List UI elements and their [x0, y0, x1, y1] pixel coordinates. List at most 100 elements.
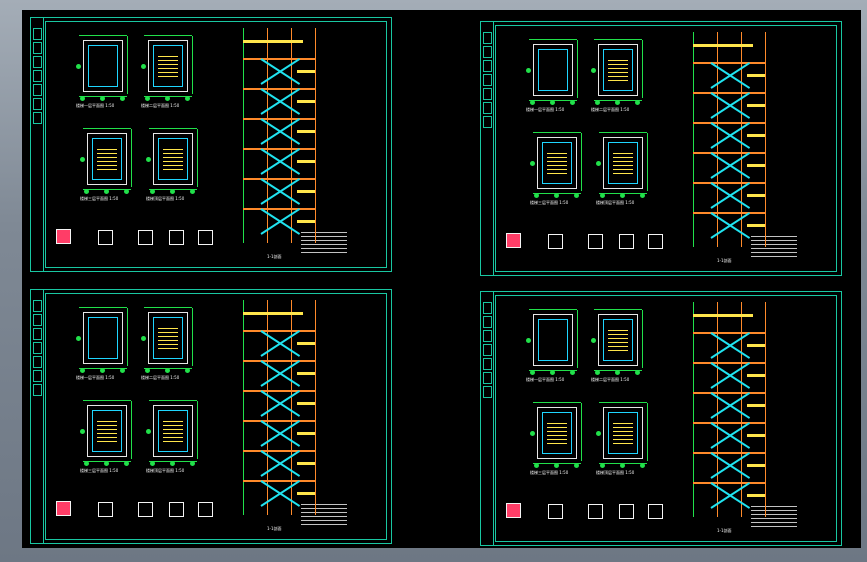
stair-section[interactable] — [689, 302, 767, 517]
title-strip-cell — [483, 386, 492, 398]
axis-bubble — [615, 370, 620, 375]
axis-bubble — [620, 193, 625, 198]
title-strip — [481, 292, 494, 545]
sheet-top-left[interactable]: 楼梯一层平面图 1:50 楼梯二层平面图 1:50 楼梯三层平面图 1:50 楼梯顶层… — [30, 17, 392, 272]
axis-bubble — [530, 100, 535, 105]
stair-plan-1[interactable] — [533, 44, 573, 96]
section-column — [765, 302, 766, 517]
title-strip-cell — [33, 356, 42, 368]
stair-landing — [747, 224, 765, 227]
stair-plan-1[interactable] — [83, 312, 123, 364]
stair-plan-1[interactable] — [533, 314, 573, 366]
stair-landing — [297, 342, 315, 345]
stair-section[interactable] — [239, 28, 317, 243]
stair-plan-2[interactable] — [598, 314, 638, 366]
floor-slab — [693, 482, 766, 484]
section-column — [315, 300, 316, 515]
axis-bubble — [600, 463, 605, 468]
section-title: 1-1剖面 — [267, 254, 282, 259]
stair-plan-3[interactable] — [537, 137, 577, 189]
title-strip-cell — [33, 56, 42, 68]
plan-title: 楼梯二层平面图 1:50 — [141, 375, 180, 380]
stair-plan-4[interactable] — [153, 133, 193, 185]
axis-bubble — [550, 100, 555, 105]
stair-plan-4[interactable] — [603, 407, 643, 459]
detail-node[interactable] — [138, 502, 153, 517]
detail-node[interactable] — [98, 230, 113, 245]
floor-slab — [693, 152, 766, 154]
section-column — [717, 302, 718, 517]
axis-bubble — [80, 429, 85, 434]
section-column — [717, 32, 718, 247]
detail-node[interactable] — [138, 230, 153, 245]
model-viewport[interactable]: 楼梯一层平面图 1:50 楼梯二层平面图 1:50 楼梯三层平面图 1:50 楼梯顶层… — [22, 10, 861, 548]
axis-bubble — [165, 96, 170, 101]
detail-node[interactable] — [506, 503, 521, 518]
stair-section[interactable] — [239, 300, 317, 515]
axis-bubble — [600, 193, 605, 198]
title-strip-cell — [483, 116, 492, 128]
detail-node[interactable] — [56, 229, 71, 244]
detail-node[interactable] — [198, 502, 213, 517]
axis-bubble — [146, 429, 151, 434]
floor-slab — [243, 58, 316, 60]
detail-node[interactable] — [98, 502, 113, 517]
axis-bubble — [150, 461, 155, 466]
stair-plan-2[interactable] — [598, 44, 638, 96]
sheet-bottom-right[interactable]: 楼梯一层平面图 1:50 楼梯二层平面图 1:50 楼梯三层平面图 1:50 楼梯顶层… — [480, 291, 842, 546]
floor-slab — [693, 422, 766, 424]
axis-bubble — [145, 96, 150, 101]
dimension-line — [127, 36, 128, 94]
stair-plan-3[interactable] — [537, 407, 577, 459]
detail-node[interactable] — [648, 234, 663, 249]
detail-node[interactable] — [548, 234, 563, 249]
plan-title: 楼梯一层平面图 1:50 — [526, 377, 565, 382]
axis-bubble — [640, 463, 645, 468]
detail-node[interactable] — [169, 230, 184, 245]
detail-node[interactable] — [619, 234, 634, 249]
sheet-top-right[interactable]: 楼梯一层平面图 1:50 楼梯二层平面图 1:50 楼梯三层平面图 1:50 楼梯顶层… — [480, 21, 842, 276]
stair-plan-1[interactable] — [83, 40, 123, 92]
floor-slab — [693, 452, 766, 454]
detail-node[interactable] — [506, 233, 521, 248]
stair-plan-2[interactable] — [148, 312, 188, 364]
detail-node[interactable] — [588, 504, 603, 519]
detail-node[interactable] — [648, 504, 663, 519]
dimension-line — [79, 35, 127, 36]
plan-title: 楼梯三层平面图 1:50 — [530, 200, 569, 205]
plan-title: 楼梯二层平面图 1:50 — [591, 377, 630, 382]
roof-slab — [693, 44, 753, 47]
axis-bubble — [530, 431, 535, 436]
stair-plan-3[interactable] — [87, 405, 127, 457]
title-strip-cell — [483, 358, 492, 370]
stair-plan-3[interactable] — [87, 133, 127, 185]
section-column — [315, 28, 316, 243]
detail-node[interactable] — [56, 501, 71, 516]
floor-slab — [243, 420, 316, 422]
dimension-line — [131, 129, 132, 187]
stair-landing — [297, 432, 315, 435]
stair-landing — [747, 74, 765, 77]
detail-node[interactable] — [588, 234, 603, 249]
title-strip — [31, 18, 44, 271]
detail-node[interactable] — [619, 504, 634, 519]
stair-section[interactable] — [689, 32, 767, 247]
axis-bubble — [141, 336, 146, 341]
floor-slab — [693, 92, 766, 94]
title-strip-cell — [483, 330, 492, 342]
axis-bubble — [100, 368, 105, 373]
stair-plan-2[interactable] — [148, 40, 188, 92]
title-strip-cell — [33, 370, 42, 382]
detail-node[interactable] — [198, 230, 213, 245]
stair-plan-4[interactable] — [603, 137, 643, 189]
dimension-line — [594, 39, 642, 40]
dimension-line — [577, 40, 578, 98]
detail-node[interactable] — [548, 504, 563, 519]
floor-slab — [243, 330, 316, 332]
sheet-bottom-left[interactable]: 楼梯一层平面图 1:50 楼梯二层平面图 1:50 楼梯三层平面图 1:50 楼梯顶层… — [30, 289, 392, 544]
roof-slab — [243, 40, 303, 43]
detail-node[interactable] — [169, 502, 184, 517]
axis-bubble — [550, 370, 555, 375]
axis-bubble — [595, 100, 600, 105]
stair-plan-4[interactable] — [153, 405, 193, 457]
